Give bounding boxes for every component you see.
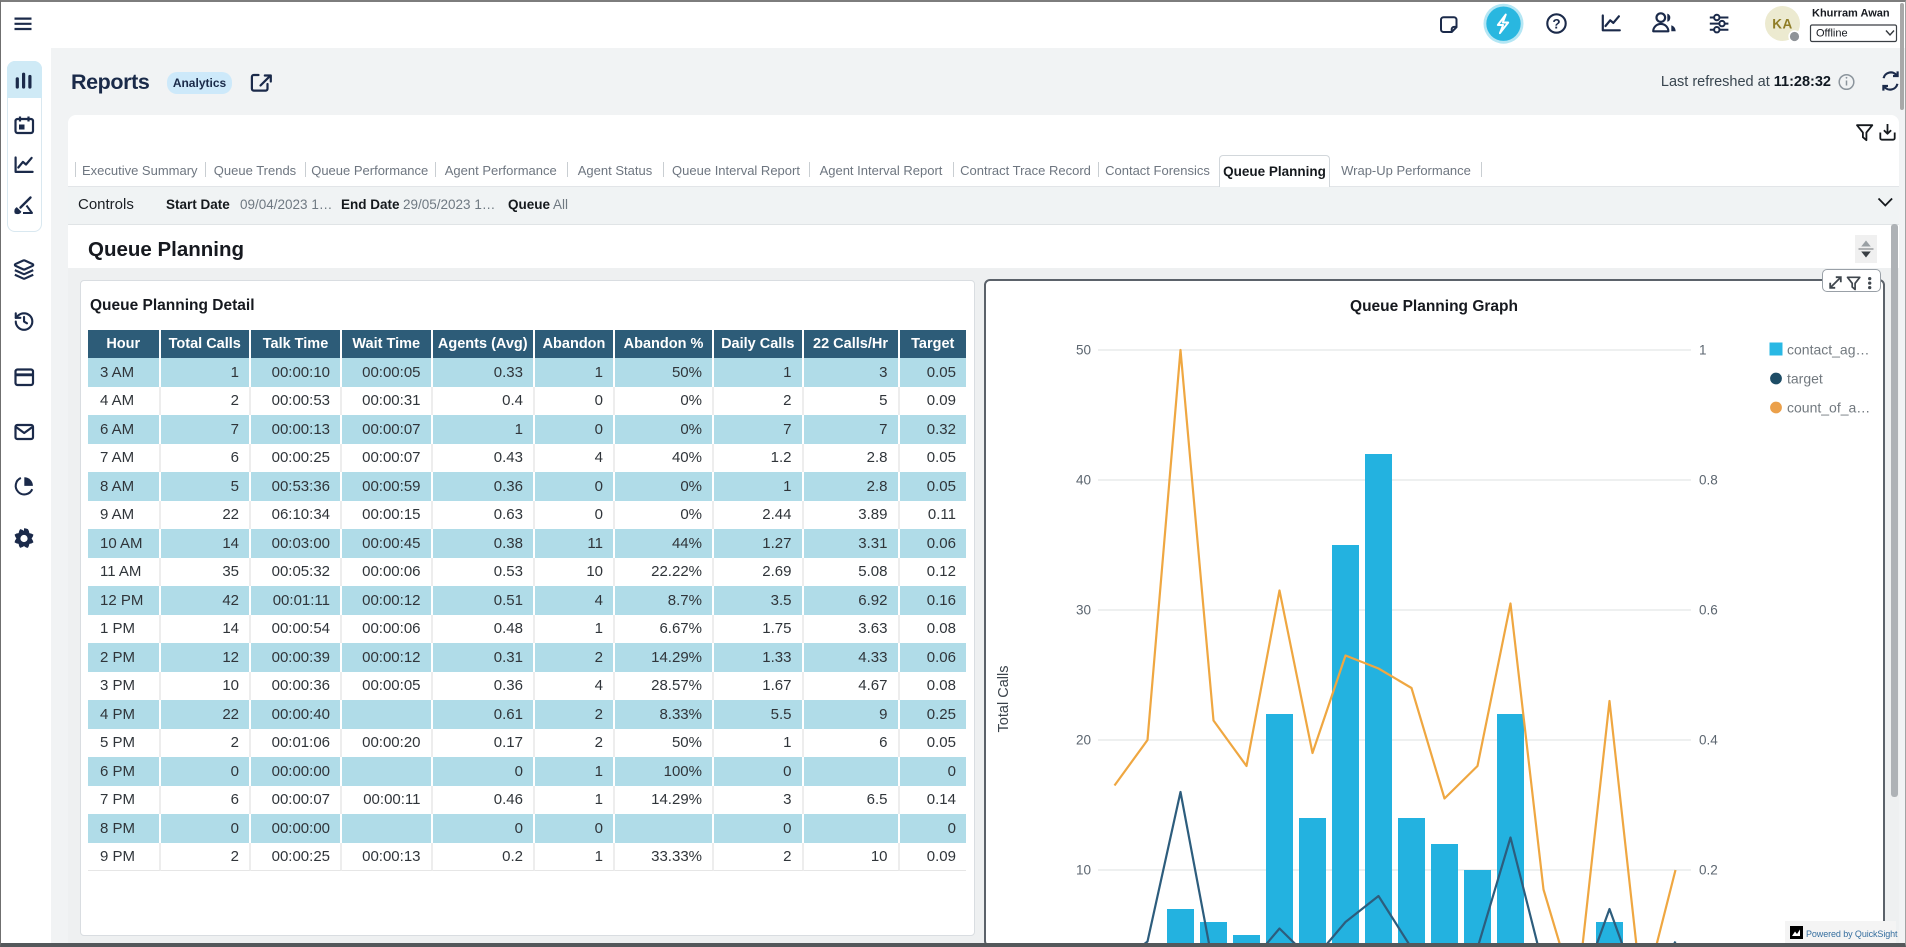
svg-text:Khurram Awan: Khurram Awan [1812,8,1890,20]
svg-text:KA: KA [1772,17,1793,32]
svg-text:?: ? [1552,16,1560,31]
svg-text:Offline: Offline [1816,28,1848,40]
